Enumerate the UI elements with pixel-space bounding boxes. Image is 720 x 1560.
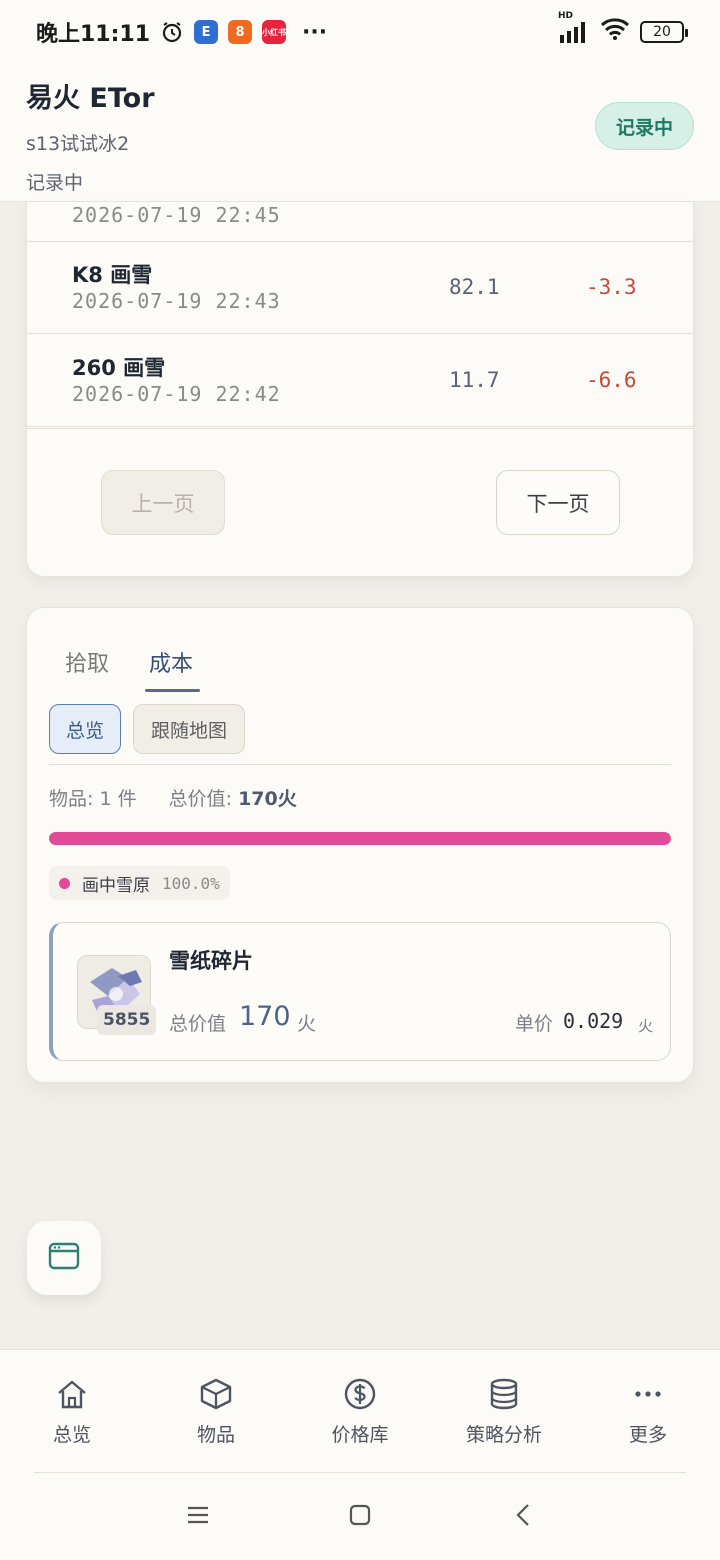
legend-dot [59, 877, 70, 889]
app-header: 易火 ETor s13试试冰2 记录中 记录中 [0, 64, 720, 202]
tab-cost[interactable]: 成本 [149, 646, 193, 678]
table-row[interactable]: K8 画雪 2026-07-19 22:43 82.1 -3.3 [27, 241, 693, 334]
database-icon [487, 1378, 521, 1414]
records-card: 2026-07-19 22:45 K8 画雪 2026-07-19 22:43 … [26, 202, 694, 577]
chip-follow-map[interactable]: 跟随地图 [133, 704, 245, 754]
window-icon [48, 1241, 80, 1275]
cost-summary: 物品: 1 件 总价值: 170火 [49, 784, 297, 811]
nav-label: 更多 [628, 1424, 667, 1446]
prev-page-button[interactable]: 上一页 [101, 470, 225, 535]
record-name: K8 画雪 [72, 263, 153, 287]
network-type: HD [558, 11, 574, 21]
divider [49, 764, 671, 765]
status-time: 晚上11:11 [36, 22, 151, 47]
signal-icon: HD [558, 11, 590, 43]
more-notifications-icon: ··· [302, 19, 328, 45]
back-icon[interactable] [512, 1503, 536, 1531]
alarm-icon [160, 20, 184, 44]
legend-percent: 100.0% [162, 873, 220, 893]
tab-pickup[interactable]: 拾取 [65, 646, 109, 678]
record-value: 82.1 [449, 275, 500, 299]
app-title: 易火 ETor [26, 83, 155, 114]
item-total-label: 总价值 [169, 1013, 227, 1035]
bottom-navigation: 总览 物品 价格库 策略分析 更多 [0, 1349, 720, 1473]
system-navigation-bar [0, 1473, 720, 1560]
home-square-icon[interactable] [348, 1503, 372, 1531]
cost-panel: 拾取 成本 总览 跟随地图 物品: 1 件 总价值: 170火 画中雪原 100… [26, 607, 694, 1083]
item-count: 物品: 1 件 [49, 788, 137, 810]
item-unit-price-unit: 火 [638, 1017, 654, 1035]
record-date: 2026-07-19 22:43 [72, 289, 281, 313]
record-date: 2026-07-19 22:42 [72, 382, 281, 406]
distribution-legend-item: 画中雪原 100.0% [49, 866, 230, 900]
item-card[interactable]: 5855 雪纸碎片 总价值 170 火 单价 0.029 火 [49, 922, 671, 1061]
record-value: 11.7 [449, 368, 500, 392]
nav-label: 价格库 [331, 1424, 389, 1446]
more-icon [631, 1378, 665, 1414]
nav-label: 物品 [196, 1424, 235, 1446]
table-row[interactable]: 260 画雪 2026-07-19 22:42 11.7 -6.6 [27, 334, 693, 427]
table-row[interactable]: 2026-07-19 22:45 [27, 202, 693, 242]
session-name: s13试试冰2 [26, 133, 130, 155]
distribution-bar [49, 832, 671, 845]
floating-window-button[interactable] [27, 1221, 101, 1295]
item-unit-price-label: 单价 [515, 1013, 554, 1035]
record-name: 260 画雪 [72, 356, 166, 380]
divider [27, 428, 693, 429]
active-tab-indicator [145, 689, 200, 692]
nav-more[interactable]: 更多 [576, 1350, 720, 1473]
nav-overview[interactable]: 总览 [0, 1350, 144, 1473]
dollar-icon [343, 1378, 377, 1414]
nav-items[interactable]: 物品 [144, 1350, 288, 1473]
nav-strategy-analysis[interactable]: 策略分析 [432, 1350, 576, 1473]
wifi-icon [600, 18, 630, 46]
item-quantity: 5855 [97, 1005, 157, 1035]
chip-overview[interactable]: 总览 [49, 704, 121, 754]
next-page-button[interactable]: 下一页 [496, 470, 620, 535]
record-delta: -6.6 [586, 368, 637, 392]
total-value-label: 总价值: [168, 788, 233, 810]
distribution-bar-segment [49, 832, 671, 845]
record-delta: -3.3 [586, 275, 637, 299]
record-date: 2026-07-19 22:45 [72, 203, 281, 227]
nav-price-library[interactable]: 价格库 [288, 1350, 432, 1473]
box-icon [199, 1378, 233, 1414]
item-total-value: 170 [239, 1001, 291, 1032]
menu-icon[interactable] [186, 1503, 210, 1531]
battery-icon: 20 [640, 21, 688, 43]
home-icon [55, 1378, 89, 1414]
status-bar: 晚上11:11 E 8 小红书 ··· HD 20 [0, 0, 720, 64]
session-status: 记录中 [26, 172, 84, 194]
item-total-unit: 火 [297, 1013, 317, 1035]
recording-status-button[interactable]: 记录中 [594, 102, 694, 150]
item-name: 雪纸碎片 [169, 949, 253, 973]
app-e-icon: E [194, 20, 219, 44]
legend-name: 画中雪原 [82, 875, 150, 896]
app-orange-icon: 8 [228, 20, 253, 44]
item-unit-price: 0.029 [563, 1009, 624, 1033]
total-value: 170火 [238, 788, 297, 810]
nav-label: 总览 [52, 1424, 91, 1446]
nav-label: 策略分析 [465, 1424, 542, 1446]
xiaohongshu-icon: 小红书 [262, 20, 287, 44]
